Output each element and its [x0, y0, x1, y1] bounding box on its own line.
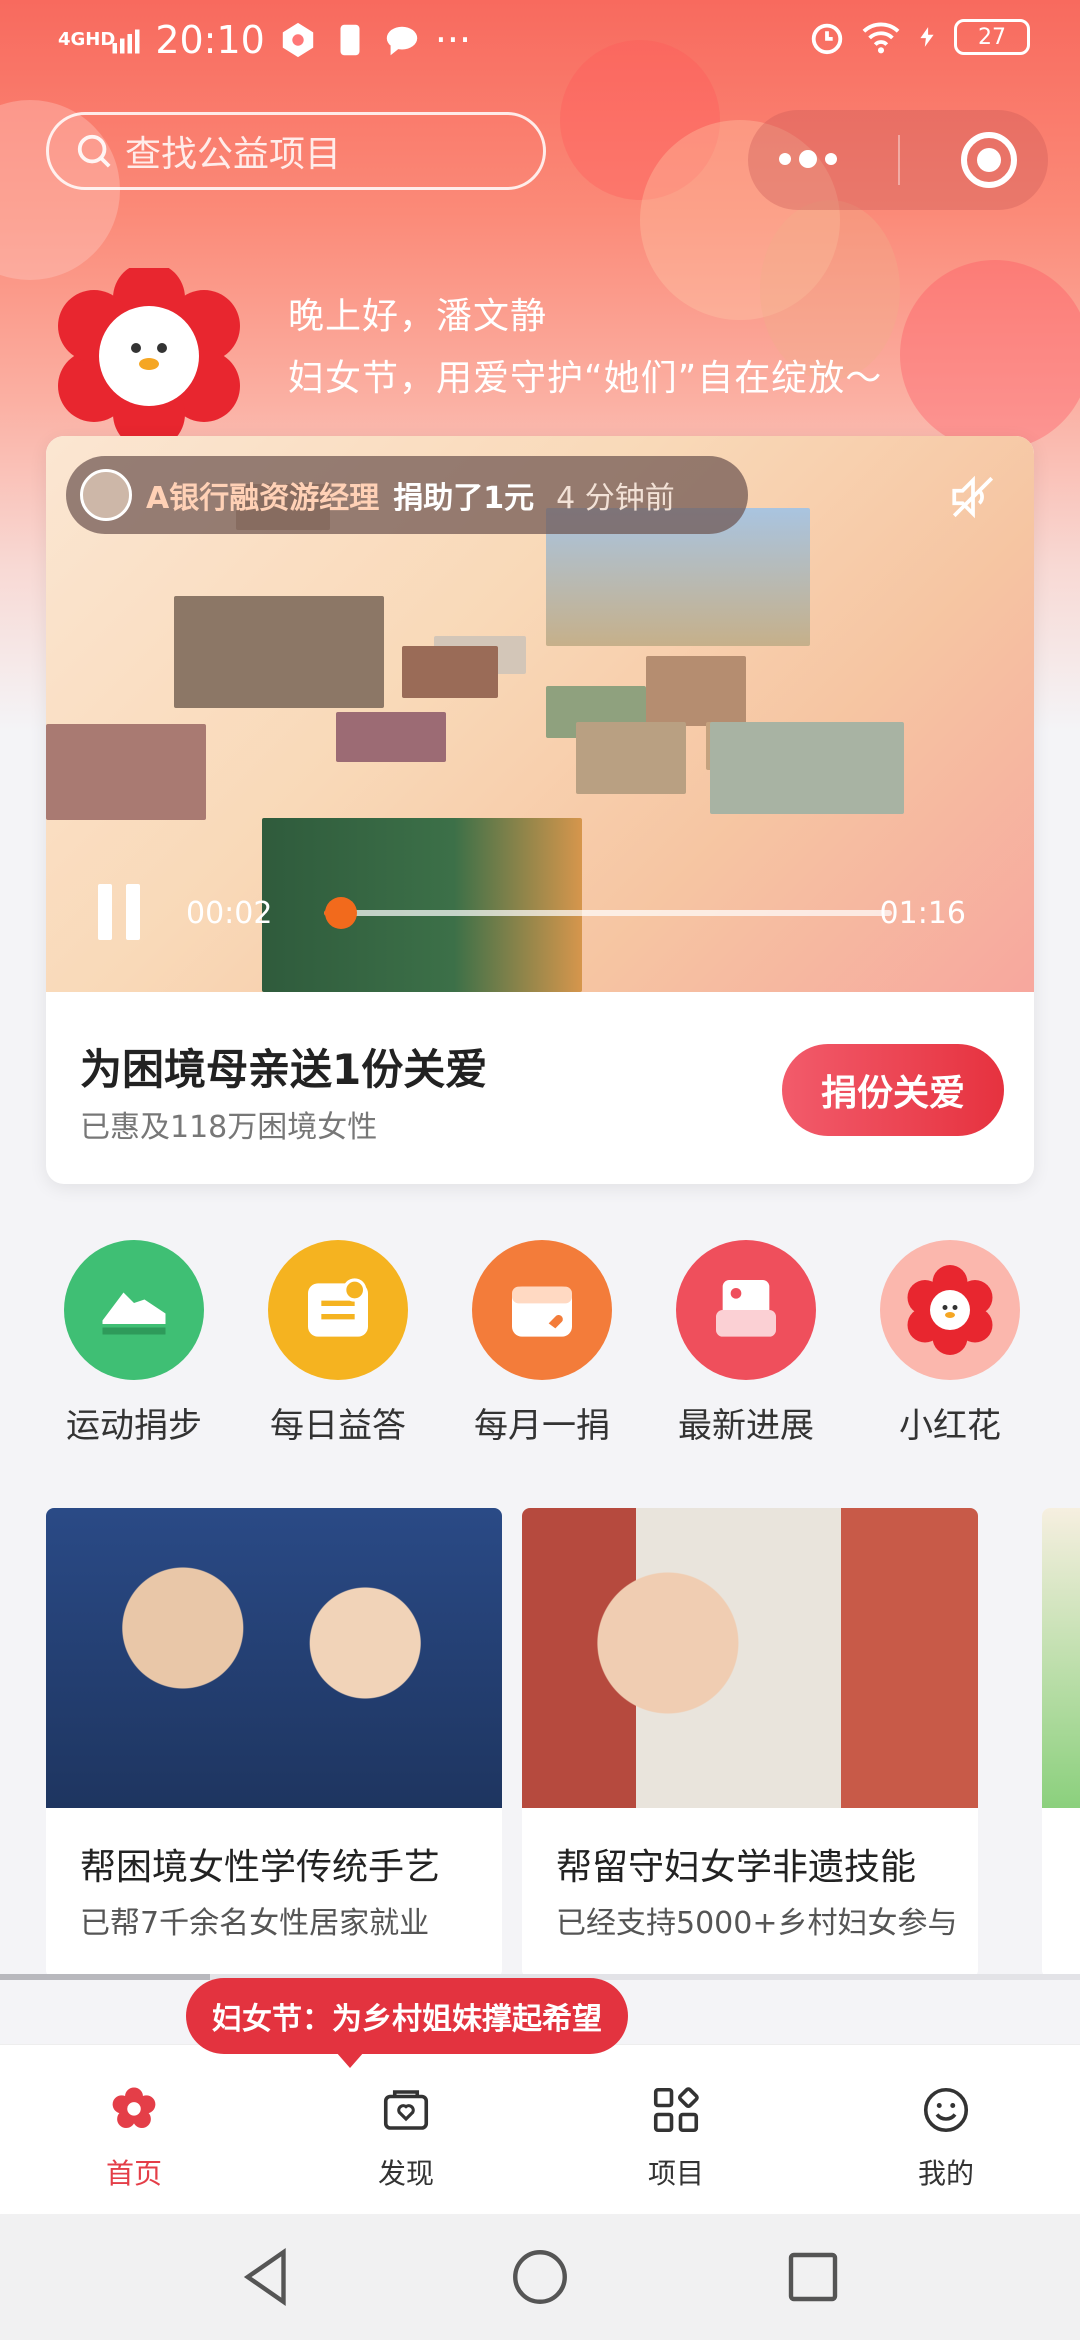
recents-icon[interactable]	[780, 2244, 846, 2310]
promo-image	[1042, 1508, 1080, 1808]
video-photo	[576, 722, 686, 794]
more-notifications: ···	[434, 18, 472, 62]
flower-icon	[880, 1240, 1020, 1380]
video-progress-slider[interactable]	[324, 897, 892, 929]
grid-icon	[653, 2087, 699, 2133]
donation-time: 4 分钟前	[556, 481, 675, 516]
project-subtitle: 已惠及118万困境女性	[80, 1110, 378, 1145]
close-miniprogram-icon[interactable]	[961, 132, 1018, 188]
promo-card-partial[interactable]	[1042, 1508, 1080, 1978]
video-photo	[262, 818, 582, 992]
greeting-slogan: 妇女节，用爱守护“她们”自在绽放～	[288, 358, 883, 399]
bottom-tab-bar: 首页 发现 项目 我的	[0, 2044, 1080, 2214]
more-options-icon[interactable]	[778, 149, 837, 168]
video-photo	[46, 724, 206, 820]
sim-icon	[340, 24, 360, 56]
tab-projects[interactable]: 项目	[606, 2083, 746, 2192]
current-time: 00:02	[186, 896, 273, 931]
network-indicator: 4GHD	[58, 29, 116, 50]
promo-title: 帮留守妇女学非遗技能	[556, 1847, 917, 1888]
greeting: 晚上好，潘文静 妇女节，用爱守护“她们”自在绽放～	[288, 286, 882, 410]
smiley-icon	[923, 2087, 969, 2133]
promo-carousel[interactable]: 帮困境女性学传统手艺 已帮7千余名女性居家就业 帮留守妇女学非遗技能 已经支持5…	[46, 1508, 1080, 1978]
quiz-icon	[268, 1240, 408, 1380]
shortcut-label: 每日益答	[270, 1406, 406, 1446]
system-navigation-bar	[0, 2214, 1080, 2340]
search-input[interactable]: 查找公益项目	[46, 112, 546, 190]
video-player[interactable]: A银行融资游经理 捐助了1元 4 分钟前 00:02 01:16	[46, 436, 1034, 992]
back-icon[interactable]	[234, 2244, 300, 2310]
home-icon[interactable]	[507, 2244, 573, 2310]
tab-label: 项目	[647, 2157, 704, 2190]
wifi-icon	[862, 22, 900, 54]
featured-project-card[interactable]: A银行融资游经理 捐助了1元 4 分钟前 00:02 01:16 为困境母亲送1…	[46, 436, 1034, 1184]
status-bar: 4GHD 20:10 ··· 27	[0, 0, 1080, 84]
promo-subtitle: 已帮7千余名女性居家就业	[80, 1906, 430, 1941]
clock: 20:10	[155, 18, 265, 62]
greeting-name: 晚上好，潘文静	[288, 296, 548, 337]
video-photo	[646, 656, 746, 726]
donation-ticker: A银行融资游经理 捐助了1元 4 分钟前	[66, 456, 748, 534]
donate-button[interactable]: 捐份关爱	[782, 1044, 1004, 1136]
video-photo	[174, 596, 384, 708]
tab-label: 首页	[105, 2157, 162, 2190]
tab-me[interactable]: 我的	[876, 2083, 1016, 2192]
shortcut-exercise-donate[interactable]: 运动捐步	[44, 1240, 224, 1447]
tab-home[interactable]: 首页	[64, 2083, 204, 2192]
avatar	[80, 469, 132, 521]
donation-action: 捐助了1元	[393, 481, 535, 516]
shortcut-latest-progress[interactable]: 最新进展	[656, 1240, 836, 1447]
calendar-icon	[472, 1240, 612, 1380]
capsule-divider	[897, 135, 900, 185]
video-photo	[402, 646, 498, 698]
shortcut-label: 最新进展	[678, 1406, 814, 1446]
shortcut-daily-quiz[interactable]: 每日益答	[248, 1240, 428, 1447]
promo-title: 帮困境女性学传统手艺	[80, 1847, 441, 1888]
video-progress-thumb[interactable]	[325, 897, 358, 929]
promo-image	[522, 1508, 978, 1808]
shortcut-label: 每月一捐	[474, 1406, 610, 1446]
promo-subtitle: 已经支持5000+乡村妇女参与	[556, 1906, 958, 1941]
promo-card[interactable]: 帮困境女性学传统手艺 已帮7千余名女性居家就业	[46, 1508, 502, 1978]
shortcut-row: 运动捐步 每日益答 每月一捐 最新进展 小红花	[0, 1240, 1080, 1446]
campaign-tooltip-banner[interactable]: 妇女节：为乡村姐妹撑起希望	[186, 1978, 628, 2068]
video-photo	[336, 712, 446, 762]
video-photo	[710, 722, 904, 814]
miniprogram-capsule	[748, 110, 1048, 210]
project-title: 为困境母亲送1份关爱	[80, 1045, 488, 1094]
discover-icon	[383, 2090, 429, 2130]
mascot-flower-icon	[58, 268, 240, 448]
search-icon	[77, 134, 111, 168]
shortcut-label: 小红花	[899, 1406, 1001, 1446]
mute-icon[interactable]	[948, 472, 998, 522]
alarm-icon	[811, 23, 843, 55]
app-notification-icon	[282, 22, 314, 58]
donor-name: A银行融资游经理	[146, 481, 380, 516]
shortcut-label: 运动捐步	[66, 1406, 202, 1446]
flower-home-icon	[112, 2087, 156, 2128]
message-icon	[386, 26, 418, 56]
tab-label: 发现	[377, 2157, 434, 2190]
signal-icon	[112, 29, 140, 54]
inbox-icon	[676, 1240, 816, 1380]
promo-card[interactable]: 帮留守妇女学非遗技能 已经支持5000+乡村妇女参与	[522, 1508, 978, 1978]
pause-button[interactable]	[98, 884, 142, 940]
sneaker-icon	[64, 1240, 204, 1380]
tab-discover[interactable]: 发现	[336, 2083, 476, 2192]
tab-label: 我的	[917, 2157, 974, 2190]
battery-indicator: 27	[954, 19, 1030, 55]
duration: 01:16	[879, 896, 966, 931]
promo-image	[46, 1508, 502, 1808]
shortcut-little-red-flower[interactable]: 小红花	[860, 1240, 1040, 1447]
shortcut-monthly-donate[interactable]: 每月一捐	[452, 1240, 632, 1447]
search-placeholder: 查找公益项目	[125, 134, 342, 175]
charging-icon	[920, 27, 934, 47]
